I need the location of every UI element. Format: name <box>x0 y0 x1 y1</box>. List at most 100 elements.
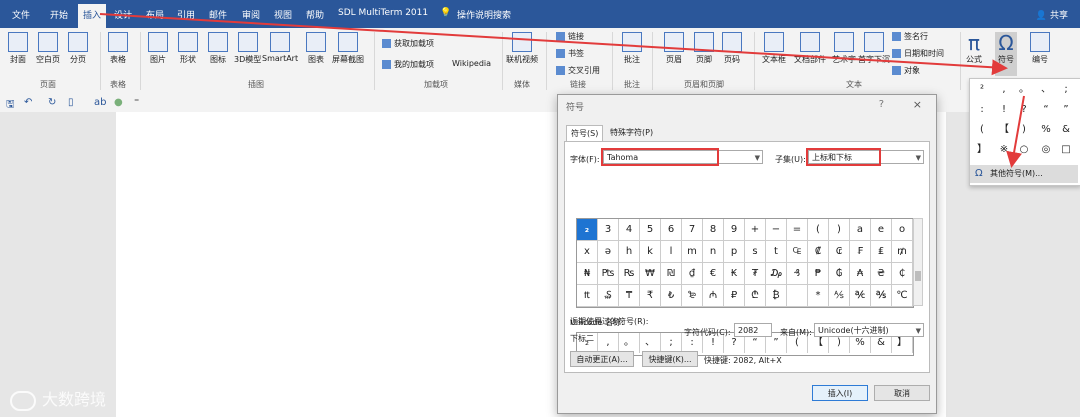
close-button[interactable]: × <box>913 98 922 111</box>
symbol-cell[interactable]: n <box>703 241 724 263</box>
symbol-button[interactable]: Ω 符号 <box>995 32 1017 76</box>
symbol-cell[interactable]: ₴ <box>871 263 892 285</box>
symbol-cell[interactable]: = <box>787 219 808 241</box>
symbol-cell[interactable]: ₧ <box>598 263 619 285</box>
wikipedia-button[interactable]: Wikipedia <box>452 59 491 68</box>
symbol-cell[interactable]: a <box>850 219 871 241</box>
symbol-cell[interactable]: ₫ <box>682 263 703 285</box>
symbol-cell[interactable]: 6 <box>661 219 682 241</box>
dropdown-symbol[interactable]: ※ <box>994 141 1014 159</box>
symbol-cell[interactable]: 7 <box>682 219 703 241</box>
symbol-cell[interactable]: ⅍ <box>829 285 850 307</box>
tab-special-characters[interactable]: 特殊字符(P) <box>606 125 657 141</box>
smartart-button[interactable]: SmartArt <box>262 32 298 63</box>
symbol-cell[interactable]: ₱ <box>808 263 829 285</box>
tab-review[interactable]: 审阅 <box>242 8 260 21</box>
online-video-button[interactable]: 联机视频 <box>506 32 538 65</box>
circle-icon[interactable]: ● <box>114 97 123 108</box>
dropdown-symbol[interactable]: “ <box>1036 101 1056 119</box>
symbol-cell[interactable]: ₽ <box>724 285 745 307</box>
symbol-cell[interactable]: ₡ <box>808 241 829 263</box>
dropdown-symbol[interactable]: & <box>1056 121 1076 139</box>
dropdown-symbol[interactable]: ; <box>1056 81 1076 99</box>
symbol-cell[interactable]: ₻ <box>682 285 703 307</box>
page-break-button[interactable]: 分页 <box>68 32 88 65</box>
symbol-cell[interactable]: ℀ <box>850 285 871 307</box>
3d-models-button[interactable]: 3D模型 <box>234 32 261 65</box>
dropdown-symbol[interactable]: ) <box>1014 121 1034 139</box>
dropdown-symbol[interactable]: 【 <box>994 121 1014 139</box>
dropdown-symbol[interactable]: ? <box>1014 101 1034 119</box>
dropdown-symbol[interactable]: % <box>1036 121 1056 139</box>
symbol-cell[interactable]: ₸ <box>619 285 640 307</box>
tab-references[interactable]: 引用 <box>177 8 195 21</box>
dropdown-symbol[interactable]: : <box>972 101 992 119</box>
symbol-cell[interactable]: o <box>892 219 913 241</box>
more-symbols-item[interactable]: Ω 其他符号(M)... <box>970 165 1078 183</box>
symbol-cell[interactable]: ₥ <box>892 241 913 263</box>
symbol-cell[interactable]: ₲ <box>829 263 850 285</box>
symbol-cell[interactable] <box>787 285 808 307</box>
symbol-cell[interactable]: ₿ <box>766 285 787 307</box>
grid-scrollbar[interactable] <box>913 218 923 306</box>
symbol-cell[interactable]: h <box>619 241 640 263</box>
symbol-cell[interactable]: ₼ <box>703 285 724 307</box>
customize-toolbar-icon[interactable]: ⁼ <box>134 97 139 108</box>
symbol-cell[interactable]: ₦ <box>577 263 598 285</box>
dropdown-symbol[interactable]: ◎ <box>1036 141 1056 159</box>
symbol-cell[interactable]: ₨ <box>619 263 640 285</box>
dropdown-symbol[interactable]: , <box>994 81 1014 99</box>
tab-home[interactable]: 开始 <box>50 8 68 21</box>
symbol-cell[interactable]: ℁ <box>871 285 892 307</box>
comment-button[interactable]: 批注 <box>622 32 642 65</box>
link-button[interactable]: 链接 <box>556 31 584 42</box>
symbol-cell[interactable]: * <box>808 285 829 307</box>
from-select[interactable]: Unicode(十六进制) ▼ <box>814 323 924 337</box>
symbol-cell[interactable]: ₳ <box>850 263 871 285</box>
tab-insert[interactable]: 插入 <box>78 4 107 28</box>
symbol-cell[interactable]: ₣ <box>850 241 871 263</box>
symbol-cell[interactable]: ₤ <box>871 241 892 263</box>
date-time-button[interactable]: 日期和时间 <box>892 48 944 59</box>
symbol-cell[interactable]: x <box>577 241 598 263</box>
autocorrect-button[interactable]: 自动更正(A)... <box>570 351 634 367</box>
recent-symbol-cell[interactable]: ; <box>661 333 682 353</box>
signature-line-button[interactable]: 签名行 <box>892 31 928 42</box>
symbol-cell[interactable]: 9 <box>724 219 745 241</box>
table-button[interactable]: 表格 <box>108 32 128 65</box>
open-icon[interactable]: ▯ <box>68 97 74 108</box>
dropdown-symbol[interactable]: 】 <box>972 141 992 159</box>
bookmark-button[interactable]: 书签 <box>556 48 584 59</box>
dropdown-symbol[interactable]: ! <box>994 101 1014 119</box>
dropdown-symbol[interactable]: ( <box>972 121 992 139</box>
symbol-cell[interactable]: ₷ <box>598 285 619 307</box>
symbol-cell[interactable]: ₮ <box>745 263 766 285</box>
dropdown-symbol[interactable]: 。 <box>1014 81 1034 99</box>
dropdown-symbol[interactable]: □ <box>1056 141 1076 159</box>
char-code-input[interactable]: 2082 <box>734 323 772 337</box>
chart-button[interactable]: 图表 <box>306 32 326 65</box>
pictures-button[interactable]: 图片 <box>148 32 168 65</box>
tab-sdl-multiterm[interactable]: SDL MultiTerm 2011 <box>338 8 428 18</box>
insert-button[interactable]: 插入(I) <box>812 385 868 401</box>
symbol-cell[interactable]: ₠ <box>787 241 808 263</box>
tab-design[interactable]: 设计 <box>114 8 132 21</box>
symbol-cell[interactable]: + <box>745 219 766 241</box>
symbol-cell[interactable]: ₢ <box>829 241 850 263</box>
blank-page-button[interactable]: 空白页 <box>36 32 60 65</box>
shapes-button[interactable]: 形状 <box>178 32 198 65</box>
symbol-cell[interactable]: ₶ <box>577 285 598 307</box>
text-box-button[interactable]: 文本框 <box>762 32 786 65</box>
header-button[interactable]: 页眉 <box>664 32 684 65</box>
recent-symbol-cell[interactable]: , <box>598 333 619 353</box>
tab-layout[interactable]: 布局 <box>146 8 164 21</box>
my-addins-button[interactable]: 我的加载项 <box>382 59 434 70</box>
cross-reference-button[interactable]: 交叉引用 <box>556 65 600 76</box>
symbol-cell[interactable]: ) <box>829 219 850 241</box>
symbol-cell[interactable]: ₪ <box>661 263 682 285</box>
symbol-cell[interactable]: m <box>682 241 703 263</box>
tell-me-search[interactable]: 操作说明搜索 <box>457 8 511 21</box>
symbol-cell[interactable]: ( <box>808 219 829 241</box>
symbol-cell[interactable]: ₾ <box>745 285 766 307</box>
page-number-button[interactable]: 页码 <box>722 32 742 65</box>
